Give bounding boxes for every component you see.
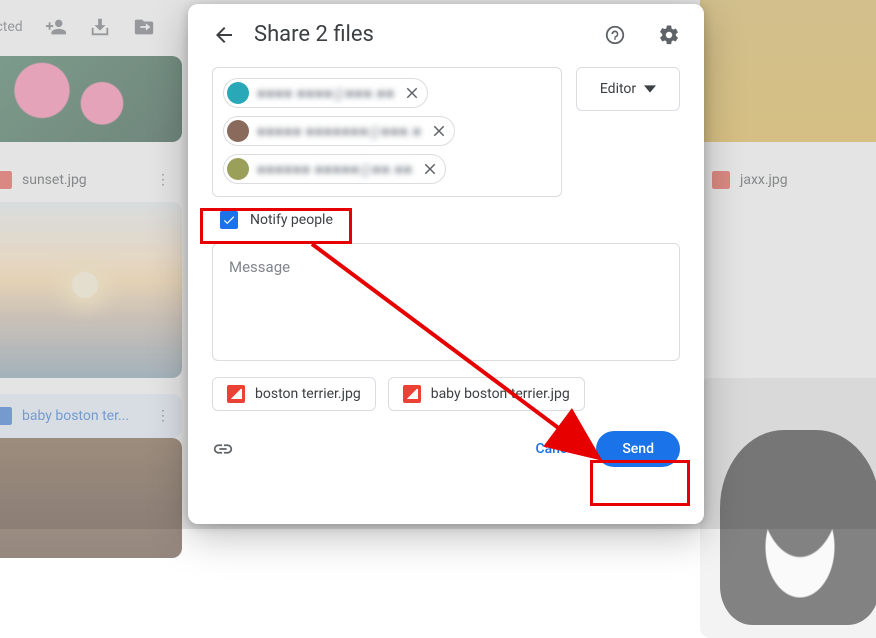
shared-file-name: baby boston terrier.jpg <box>431 386 570 402</box>
role-label: Editor <box>600 81 636 97</box>
shared-files-row: boston terrier.jpg baby boston terrier.j… <box>212 377 680 411</box>
dialog-header: Share 2 files <box>212 22 680 47</box>
settings-gear-icon[interactable] <box>658 24 680 46</box>
notify-checkbox[interactable] <box>220 211 238 229</box>
remove-chip-icon[interactable] <box>421 160 439 178</box>
notify-label: Notify people <box>250 212 333 228</box>
role-dropdown[interactable]: Editor <box>576 67 680 111</box>
dialog-footer: Cancel Send <box>212 431 680 467</box>
recipients-box[interactable]: ■■■■ ■■■■@■■■.■■ ■■■■■ ■■■■■■■@■■■.■ ■■■… <box>212 67 562 197</box>
notify-row: Notify people <box>220 211 680 229</box>
image-file-icon <box>227 385 245 403</box>
recipient-email: ■■■■ ■■■■@■■■.■■ <box>257 85 395 102</box>
back-arrow-icon[interactable] <box>212 23 236 47</box>
recipient-email: ■■■■■ ■■■■■■■@■■■.■ <box>257 123 422 140</box>
check-icon <box>222 213 236 227</box>
remove-chip-icon[interactable] <box>403 84 421 102</box>
recipient-email: ■■■■■■ ■■■■■@■■.■■ <box>257 161 413 178</box>
avatar <box>227 82 249 104</box>
remove-chip-icon[interactable] <box>430 122 448 140</box>
share-dialog: Share 2 files ■■■■ ■■■■@■■■.■■ ■■■■■ ■■■… <box>188 4 704 524</box>
dialog-title: Share 2 files <box>254 22 586 47</box>
copy-link-icon[interactable] <box>212 438 234 460</box>
send-button[interactable]: Send <box>596 431 680 467</box>
shared-file-name: boston terrier.jpg <box>255 386 361 402</box>
caret-down-icon <box>644 83 656 95</box>
recipient-chip[interactable]: ■■■■ ■■■■@■■■.■■ <box>223 78 428 108</box>
avatar <box>227 120 249 142</box>
image-file-icon <box>403 385 421 403</box>
shared-file-chip[interactable]: baby boston terrier.jpg <box>388 377 585 411</box>
shared-file-chip[interactable]: boston terrier.jpg <box>212 377 376 411</box>
recipient-chip[interactable]: ■■■■■■ ■■■■■@■■.■■ <box>223 154 446 184</box>
recipient-chip[interactable]: ■■■■■ ■■■■■■■@■■■.■ <box>223 116 455 146</box>
message-input[interactable] <box>227 256 665 348</box>
avatar <box>227 158 249 180</box>
message-box <box>212 243 680 361</box>
help-icon[interactable] <box>604 24 626 46</box>
cancel-button[interactable]: Cancel <box>517 431 596 467</box>
